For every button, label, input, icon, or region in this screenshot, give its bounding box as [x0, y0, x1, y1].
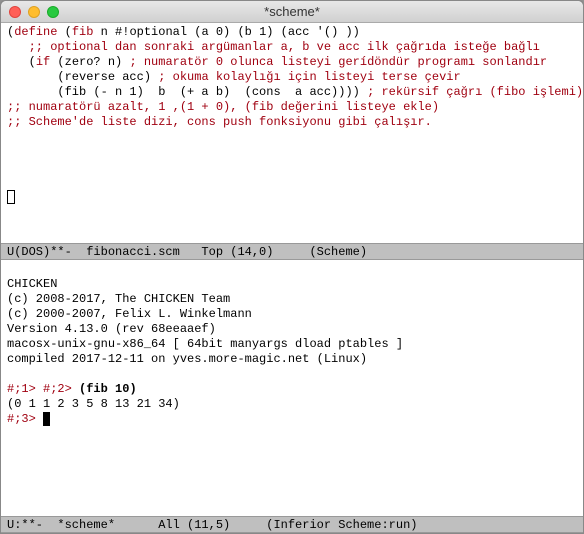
repl-output: (0 1 1 2 3 5 8 13 21 34): [7, 397, 180, 411]
code-comment: ; rekürsif çağrı (fibo işlemi): [367, 85, 583, 99]
code-comment: ;; optional dan sonraki argümanlar a, b …: [7, 40, 540, 54]
repl-line: (c) 2008-2017, The CHICKEN Team: [7, 292, 230, 306]
active-cursor: [43, 412, 50, 426]
emacs-window: *scheme* (define (fib n #!optional (a 0)…: [0, 0, 584, 534]
repl-prompt: #;1>: [7, 382, 43, 396]
repl-prompt: #;3>: [7, 412, 43, 426]
hollow-cursor: [7, 190, 15, 204]
code-comment: ; okuma kolaylığı için listeyi terse çev…: [158, 70, 460, 84]
code-text: (fib (- n 1) b (+ a b) (cons a acc)))): [7, 85, 367, 99]
code-text: n #!optional (a 0) (b 1) (acc '() )): [93, 25, 359, 39]
code-comment: ; numaratör 0 olunca listeyi gerídöndür …: [129, 55, 547, 69]
modeline-bottom[interactable]: U:**- *scheme* All (11,5) (Inferior Sche…: [1, 516, 583, 533]
titlebar: *scheme*: [1, 1, 583, 23]
code-text: (zero? n): [50, 55, 129, 69]
repl-input: (fib 10): [79, 382, 137, 396]
code-keyword: define: [14, 25, 57, 39]
editor-pane[interactable]: (define (fib n #!optional (a 0) (b 1) (a…: [1, 23, 583, 243]
code-keyword: if: [36, 55, 50, 69]
repl-line: Version 4.13.0 (rev 68eeaaef): [7, 322, 216, 336]
repl-pane[interactable]: CHICKEN (c) 2008-2017, The CHICKEN Team …: [1, 260, 583, 516]
repl-line: (c) 2000-2007, Felix L. Winkelmann: [7, 307, 252, 321]
code-comment: ;; numaratörü azalt, 1 ,(1 + 0), (fib de…: [7, 100, 439, 114]
code-text: (: [57, 25, 71, 39]
repl-line: CHICKEN: [7, 277, 57, 291]
code-comment: ;; Scheme'de liste dizi, cons push fonks…: [7, 115, 432, 129]
repl-line: macosx-unix-gnu-x86_64 [ 64bit manyargs …: [7, 337, 403, 351]
repl-line: compiled 2017-12-11 on yves.more-magic.n…: [7, 352, 367, 366]
code-text: (: [7, 55, 36, 69]
code-text: (reverse acc): [7, 70, 158, 84]
window-title: *scheme*: [1, 4, 583, 19]
code-fn: fib: [72, 25, 94, 39]
repl-prompt: #;2>: [43, 382, 79, 396]
modeline-top[interactable]: U(DOS)**- fibonacci.scm Top (14,0) (Sche…: [1, 243, 583, 260]
